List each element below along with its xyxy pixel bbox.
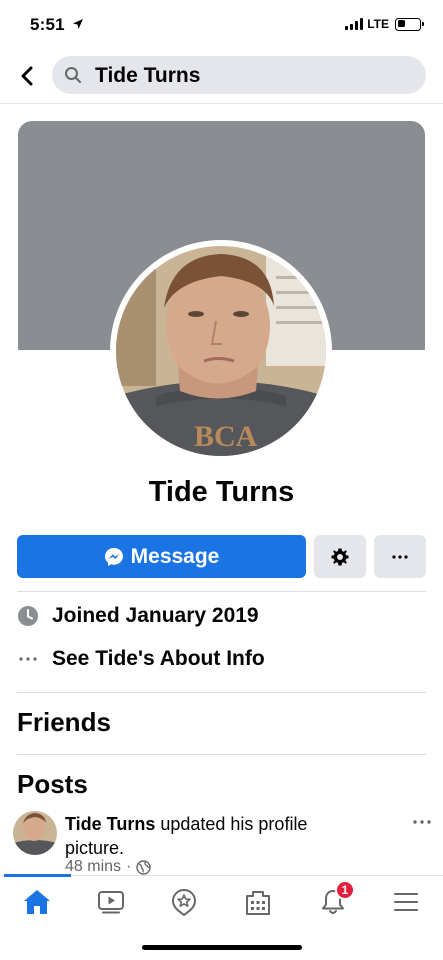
header-divider bbox=[0, 103, 443, 104]
more-horizontal-icon bbox=[17, 648, 39, 670]
message-button-label: Message bbox=[130, 544, 220, 568]
post-text: Tide Turns updated his profile picture. bbox=[65, 812, 365, 860]
divider bbox=[17, 692, 426, 693]
status-indicators: LTE bbox=[345, 17, 424, 31]
svg-text:BCA: BCA bbox=[194, 420, 258, 453]
home-indicator bbox=[142, 945, 302, 950]
search-query: Tide Turns bbox=[95, 64, 201, 87]
joined-info: Joined January 2019 bbox=[17, 601, 259, 631]
video-icon bbox=[98, 891, 124, 914]
search-input[interactable]: Tide Turns bbox=[52, 56, 426, 94]
signal-icon bbox=[345, 18, 364, 30]
network-label: LTE bbox=[367, 17, 389, 31]
post-author[interactable]: Tide Turns bbox=[65, 814, 155, 834]
posts-section-title: Posts bbox=[17, 769, 88, 799]
clock-icon bbox=[17, 605, 39, 627]
more-icon bbox=[392, 554, 408, 559]
profile-actions: Message bbox=[17, 535, 426, 578]
globe-icon bbox=[136, 859, 152, 875]
back-button[interactable] bbox=[14, 63, 40, 89]
tab-marketplace[interactable] bbox=[236, 884, 280, 920]
joined-text: Joined January 2019 bbox=[52, 604, 259, 627]
tab-watch[interactable] bbox=[89, 884, 133, 920]
settings-button[interactable] bbox=[314, 535, 366, 578]
tab-menu[interactable] bbox=[384, 884, 428, 920]
tab-dating[interactable] bbox=[162, 884, 206, 920]
location-arrow-icon bbox=[73, 19, 83, 29]
notification-badge: 1 bbox=[335, 880, 355, 900]
divider bbox=[17, 591, 426, 592]
post-options-button[interactable] bbox=[410, 814, 434, 830]
profile-picture[interactable]: BCA bbox=[110, 240, 332, 462]
tab-home[interactable] bbox=[15, 884, 59, 920]
message-button[interactable]: Message bbox=[17, 535, 306, 578]
divider bbox=[17, 754, 426, 755]
more-icon bbox=[413, 820, 431, 824]
search-header: Tide Turns bbox=[0, 55, 443, 97]
status-time: 5:51 bbox=[30, 15, 65, 34]
messenger-icon bbox=[104, 547, 123, 566]
chevron-left-icon bbox=[21, 66, 33, 86]
more-button[interactable] bbox=[374, 535, 426, 578]
post-time[interactable]: 48 mins bbox=[65, 858, 121, 876]
about-info-text: See Tide's About Info bbox=[52, 647, 265, 670]
battery-icon bbox=[395, 17, 424, 31]
friends-section-title: Friends bbox=[17, 707, 111, 737]
active-tab-indicator bbox=[4, 874, 71, 877]
home-icon bbox=[24, 890, 50, 914]
post-author-avatar[interactable] bbox=[13, 811, 57, 855]
post-meta-separator: · bbox=[126, 858, 132, 875]
shop-icon bbox=[246, 891, 270, 915]
gear-icon bbox=[331, 548, 349, 565]
status-bar: 5:51 LTE bbox=[0, 0, 443, 48]
search-icon bbox=[65, 67, 81, 83]
profile-photo: BCA bbox=[116, 246, 326, 456]
profile-name: Tide Turns bbox=[148, 476, 295, 508]
about-info-link[interactable]: See Tide's About Info bbox=[17, 644, 265, 674]
menu-icon bbox=[394, 893, 418, 911]
star-badge-icon bbox=[171, 888, 197, 916]
post-meta: 48 mins · bbox=[65, 858, 152, 876]
